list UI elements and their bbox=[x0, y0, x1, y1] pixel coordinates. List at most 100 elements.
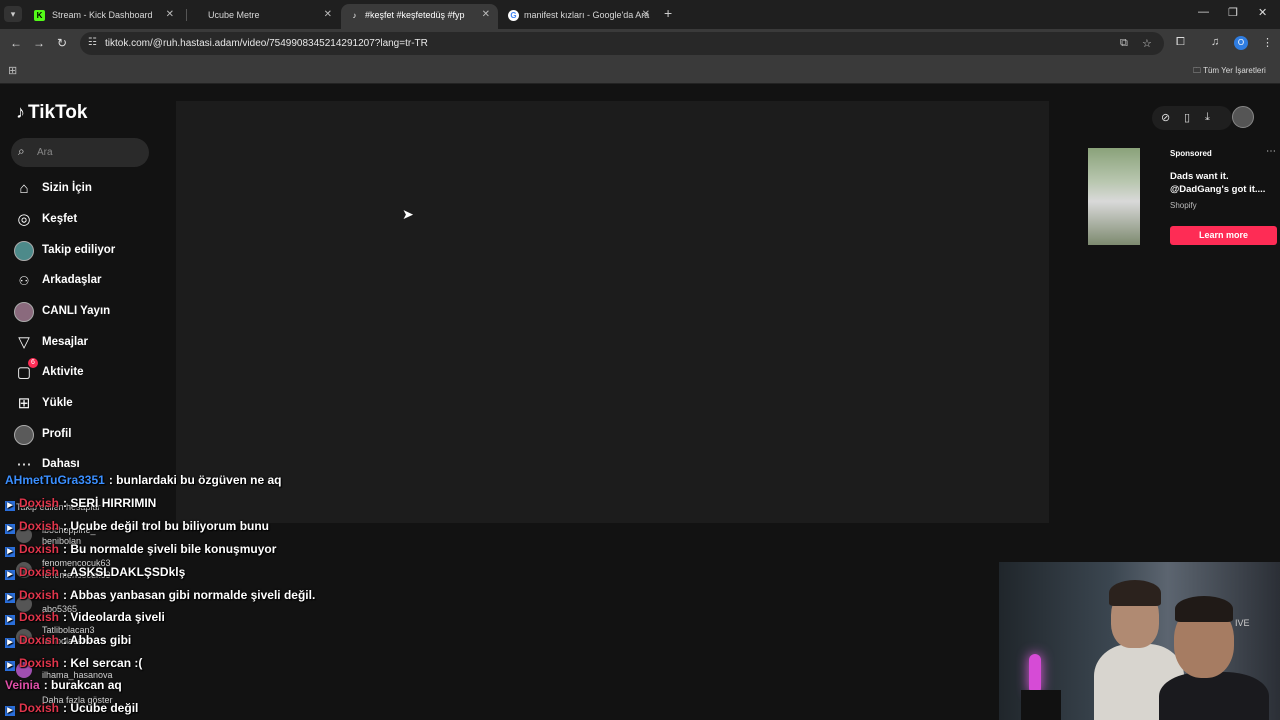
video-player[interactable] bbox=[176, 101, 1049, 523]
account-avatar[interactable] bbox=[16, 596, 32, 612]
ad-thumbnail[interactable] bbox=[1088, 148, 1140, 245]
nav-more[interactable]: ⋯ Dahası bbox=[14, 453, 154, 477]
ad-more-icon[interactable]: ⋯ bbox=[1266, 146, 1276, 157]
tiktok-favicon-icon: ♪ bbox=[352, 11, 357, 20]
account-name[interactable]: Tatlibolacan3 bbox=[42, 625, 95, 635]
nav-upload[interactable]: ⊞ Yükle bbox=[14, 392, 154, 416]
account-name[interactable]: abo5365 bbox=[42, 604, 77, 614]
screen: ▾ K Stream - Kick Dashboard ✕ Ucube Metr… bbox=[0, 0, 1280, 720]
nav-label: Aktivite bbox=[42, 366, 84, 378]
account-handle: fenomencocuk63 bbox=[42, 570, 111, 580]
home-icon: ⌂ bbox=[19, 180, 29, 197]
top-actions: ⊘ ▯ ⤓ bbox=[1152, 106, 1232, 130]
all-bookmarks-button[interactable]: 🗀 Tüm Yer İşaretleri bbox=[1193, 65, 1266, 79]
browser-tab-google[interactable]: G manifest kızları - Google'da Ara ✕ bbox=[500, 4, 658, 29]
live-avatar-icon bbox=[14, 302, 34, 322]
user-avatar[interactable] bbox=[1232, 106, 1254, 128]
browser-tab-kick[interactable]: K Stream - Kick Dashboard ✕ bbox=[24, 4, 182, 29]
ad-text: Dads want it. @DadGang's got it.... bbox=[1170, 171, 1266, 195]
tab-title: Ucube Metre bbox=[208, 10, 260, 20]
address-bar[interactable]: ☷ tiktok.com/@ruh.hastasi.adam/video/754… bbox=[80, 32, 1164, 55]
chair-logo: IVE bbox=[1235, 618, 1250, 628]
back-icon[interactable]: ← bbox=[10, 36, 22, 50]
nav-friends[interactable]: ⚇ Arkadaşlar bbox=[14, 269, 154, 293]
nav-label: Sizin İçin bbox=[42, 182, 92, 194]
profile-avatar[interactable]: O bbox=[1234, 36, 1248, 50]
nav-profile[interactable]: Profil bbox=[14, 423, 154, 447]
friends-icon: ⚇ bbox=[18, 274, 30, 288]
nav-label: Arkadaşlar bbox=[42, 274, 102, 286]
close-tab-icon[interactable]: ✕ bbox=[166, 9, 174, 20]
account-name[interactable]: fenomencocuk63 bbox=[42, 558, 111, 568]
tab-title: manifest kızları - Google'da Ara bbox=[524, 10, 650, 20]
media-control-icon[interactable]: ♫ bbox=[1211, 36, 1219, 48]
browser-tab-tiktok[interactable]: ♪ #keşfet #keşfetedüş #fyp ✕ bbox=[341, 4, 498, 29]
device-icon[interactable]: ▯ bbox=[1184, 111, 1190, 124]
activity-badge: 6 bbox=[28, 358, 38, 368]
account-avatar[interactable] bbox=[16, 562, 32, 578]
tab-search-menu[interactable]: ▾ bbox=[4, 6, 22, 22]
microphone bbox=[1021, 690, 1061, 720]
all-bookmarks-label: Tüm Yer İşaretleri bbox=[1203, 66, 1266, 75]
account-handle: tatlibolacan3 bbox=[42, 636, 93, 646]
browser-tab-bar: ▾ K Stream - Kick Dashboard ✕ Ucube Metr… bbox=[0, 0, 1280, 29]
nav-label: CANLI Yayın bbox=[42, 305, 111, 317]
tiktok-logo[interactable]: ♪ TikTok bbox=[16, 102, 87, 124]
search-input[interactable]: ⌕ Ara bbox=[11, 138, 149, 167]
maximize-icon[interactable]: ❐ bbox=[1228, 6, 1238, 19]
install-app-icon[interactable]: ⧉ bbox=[1120, 37, 1128, 50]
browser-tab-ucube[interactable]: Ucube Metre ✕ bbox=[180, 4, 340, 29]
bookmarks-bar: ⊞ 🗀 Tüm Yer İşaretleri bbox=[0, 58, 1280, 84]
streamer-hair bbox=[1109, 580, 1161, 606]
bookmark-star-icon[interactable]: ☆ bbox=[1142, 37, 1152, 50]
nav-activity[interactable]: ▢ 6 Aktivite bbox=[14, 358, 154, 385]
url-text[interactable]: tiktok.com/@ruh.hastasi.adam/video/75499… bbox=[105, 38, 428, 49]
nav-messages[interactable]: ▽ Mesajlar bbox=[14, 331, 154, 355]
account-avatar[interactable] bbox=[16, 527, 32, 543]
minimize-icon[interactable]: — bbox=[1198, 6, 1209, 18]
account-avatar[interactable] bbox=[16, 662, 32, 678]
account-avatar[interactable] bbox=[16, 629, 32, 645]
close-tab-icon[interactable]: ✕ bbox=[482, 9, 490, 20]
apps-grid-icon[interactable]: ⊞ bbox=[8, 64, 17, 77]
extensions-icon[interactable]: ⧠ bbox=[1176, 36, 1185, 49]
site-info-icon[interactable]: ☷ bbox=[88, 37, 97, 48]
profile-avatar-icon bbox=[14, 425, 34, 445]
browser-menu-icon[interactable]: ⋮ bbox=[1262, 36, 1273, 49]
more-icon: ⋯ bbox=[16, 456, 32, 473]
compass-icon: ◎ bbox=[17, 211, 31, 228]
tiktok-note-icon: ♪ bbox=[16, 102, 25, 122]
nav-label: Keşfet bbox=[42, 213, 78, 225]
nav-explore[interactable]: ◎ Keşfet bbox=[14, 208, 154, 232]
folder-icon: 🗀 bbox=[1193, 66, 1204, 75]
close-tab-icon[interactable]: ✕ bbox=[642, 9, 650, 20]
sponsored-label: Sponsored bbox=[1170, 149, 1212, 158]
new-tab-icon[interactable]: + bbox=[664, 5, 672, 21]
nav-label: Yükle bbox=[42, 397, 73, 409]
following-avatar-icon bbox=[14, 241, 34, 261]
download-icon[interactable]: ⤓ bbox=[1205, 111, 1210, 124]
forward-icon[interactable]: → bbox=[33, 36, 45, 50]
guest-hair bbox=[1175, 596, 1233, 622]
logo-text: TikTok bbox=[28, 102, 88, 123]
search-placeholder: Ara bbox=[37, 147, 53, 158]
upload-icon: ⊞ bbox=[17, 395, 31, 412]
account-name[interactable]: ibocheppine_ bbox=[42, 525, 96, 535]
account-handle: benibolan bbox=[42, 536, 82, 546]
nav-label: Dahası bbox=[42, 458, 80, 470]
google-favicon-icon: G bbox=[508, 10, 519, 21]
nav-for-you[interactable]: ⌂ Sizin İçin bbox=[14, 177, 154, 201]
show-more-link[interactable]: Daha fazla göster bbox=[42, 695, 113, 705]
send-icon: ▽ bbox=[18, 334, 30, 351]
coins-icon[interactable]: ⊘ bbox=[1161, 111, 1170, 124]
nav-label: Profil bbox=[42, 428, 72, 440]
learn-more-button[interactable]: Learn more bbox=[1170, 226, 1277, 245]
nav-label: Mesajlar bbox=[42, 336, 89, 348]
nav-following[interactable]: Takip ediliyor bbox=[14, 239, 154, 263]
browser-toolbar: ← → ↻ ☷ tiktok.com/@ruh.hastasi.adam/vid… bbox=[0, 29, 1280, 58]
window-close-icon[interactable]: ✕ bbox=[1258, 6, 1267, 19]
reload-icon[interactable]: ↻ bbox=[57, 36, 67, 50]
nav-live[interactable]: CANLI Yayın bbox=[14, 300, 154, 324]
following-section-title: Takip edilen hesaplar bbox=[16, 502, 101, 512]
close-tab-icon[interactable]: ✕ bbox=[324, 9, 332, 20]
